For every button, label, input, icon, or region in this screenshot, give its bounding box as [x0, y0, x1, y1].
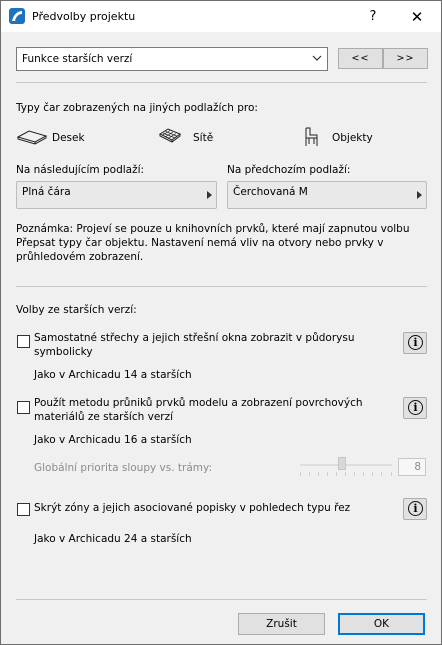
chair-icon [305, 127, 318, 146]
column-beam-priority-label: Globální priorita sloupy vs. trámy: [34, 462, 212, 474]
note-line: Poznámka: Projeví se pouze u knihovních … [16, 223, 410, 235]
popup-arrow-icon [207, 191, 212, 199]
option-version-note: Jako v Archicadu 16 a starších [34, 434, 192, 446]
option-line: Samostatné střechy a jejich střešní okna… [34, 332, 355, 344]
info-icon: i [408, 400, 423, 415]
option-version-note: Jako v Archicadu 24 a starších [34, 533, 192, 545]
option-line: materiálů ze starších verzí [34, 411, 174, 423]
previous-page-button[interactable]: << [338, 48, 383, 69]
priority-slider-track [300, 464, 392, 466]
separate-roofs-checkbox[interactable] [17, 335, 30, 348]
help-button[interactable]: ? [355, 5, 391, 29]
preferences-dialog: Předvolby projektu ? ✕ Funkce starších v… [0, 0, 442, 645]
legacy-options-heading: Volby ze starších verzí: [16, 304, 137, 316]
archicad-icon [9, 8, 25, 24]
objects-label: Objekty [332, 132, 373, 144]
next-page-button[interactable]: >> [383, 48, 428, 69]
divider [16, 599, 427, 600]
note-line: Přepsat typy čar objektu. Nastavení nemá… [16, 237, 384, 249]
info-button[interactable]: i [403, 397, 427, 419]
next-floor-linetype-popup[interactable]: Plná čára [16, 181, 217, 209]
option-version-note: Jako v Archicadu 14 a starších [34, 369, 192, 381]
divider [16, 286, 427, 287]
ok-button[interactable]: OK [338, 613, 425, 635]
option-line: Skrýt zóny a jejich asociované popisky v… [34, 502, 351, 514]
dialog-title: Předvolby projektu [32, 10, 136, 23]
note-text: Poznámka: Projeví se pouze u knihovních … [16, 222, 410, 264]
priority-value: 8 [414, 461, 421, 473]
divider [16, 82, 427, 83]
line-types-heading: Typy čar zobrazených na jiných podlažích… [16, 102, 258, 114]
info-button[interactable]: i [403, 332, 427, 354]
mesh-label: Sítě [193, 132, 214, 144]
priority-slider-ticks [300, 472, 392, 476]
previous-floor-label: Na předchozím podlaží: [227, 164, 351, 176]
close-button[interactable]: ✕ [399, 5, 435, 29]
next-floor-label: Na následujícím podlaží: [16, 164, 145, 176]
category-select-value: Funkce starších verzí [22, 53, 133, 65]
next-floor-linetype-value: Plná čára [22, 186, 71, 198]
previous-floor-linetype-value: Čerchovaná M [233, 186, 308, 198]
popup-arrow-icon [417, 191, 422, 199]
cancel-button[interactable]: Zrušit [238, 613, 325, 635]
option-line: symbolicky [34, 346, 93, 358]
info-icon: i [408, 335, 423, 350]
category-select[interactable]: Funkce starších verzí [16, 47, 328, 71]
title-bar[interactable]: Předvolby projektu ? ✕ [1, 1, 441, 32]
slab-icon [17, 130, 47, 145]
hide-zones-option-label[interactable]: Skrýt zóny a jejich asociované popisky v… [34, 502, 350, 514]
option-line: Použít metodu průniků prvků modelu a zob… [34, 397, 363, 409]
priority-slider-thumb[interactable] [338, 457, 346, 470]
info-icon: i [408, 501, 423, 516]
chevron-down-icon [312, 51, 322, 68]
note-line: průhledovém zobrazení. [16, 251, 144, 263]
separate-roofs-option-label[interactable]: Samostatné střechy a jejich střešní okna… [34, 331, 389, 359]
previous-floor-linetype-popup[interactable]: Čerchovaná M [227, 181, 427, 209]
mesh-icon [159, 128, 181, 143]
legacy-intersection-option-label[interactable]: Použít metodu průniků prvků modelu a zob… [34, 396, 389, 424]
slab-label: Desek [52, 132, 85, 144]
hide-zones-checkbox[interactable] [17, 503, 30, 516]
legacy-intersection-method-checkbox[interactable] [17, 401, 30, 414]
info-button[interactable]: i [403, 498, 427, 520]
priority-value-field[interactable]: 8 [398, 458, 426, 476]
